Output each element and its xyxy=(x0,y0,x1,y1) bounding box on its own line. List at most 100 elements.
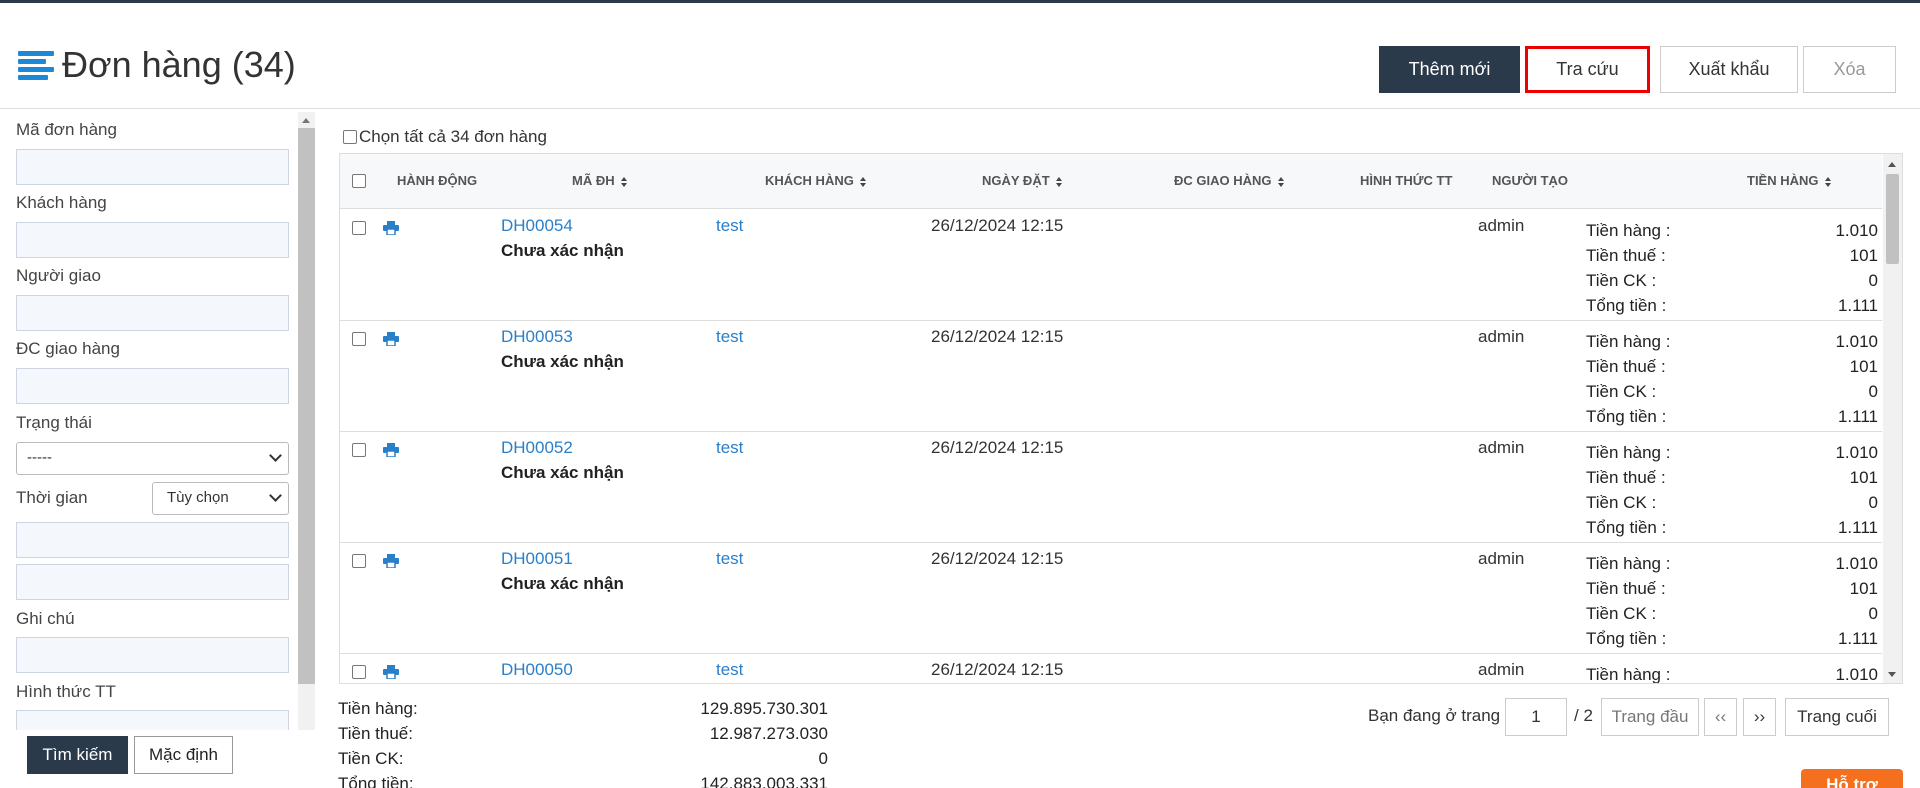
add-button[interactable]: Thêm mới xyxy=(1379,46,1520,93)
table-scrollbar[interactable] xyxy=(1883,154,1902,683)
last-page-button[interactable]: Trang cuối xyxy=(1785,698,1889,736)
customer-link[interactable]: test xyxy=(716,549,743,569)
filter-scrollbar[interactable] xyxy=(298,112,315,730)
order-code-link[interactable]: DH00054 xyxy=(501,216,573,236)
header-checkbox[interactable] xyxy=(352,174,366,188)
scroll-down-icon[interactable] xyxy=(1888,672,1896,677)
summary-values: 129.895.730.301 12.987.273.030 0 142.883… xyxy=(600,696,828,788)
filter-search-button[interactable]: Tìm kiếm xyxy=(27,736,128,774)
order-code-link[interactable]: DH00050 xyxy=(501,660,573,680)
payment-input[interactable] xyxy=(16,710,289,730)
first-page-button[interactable]: Trang đầu xyxy=(1601,698,1699,736)
discount-value: 0 xyxy=(1868,604,1878,623)
row-total-values: 1.010 101 0 1.111 xyxy=(1835,551,1878,651)
filter-scrollbar-thumb[interactable] xyxy=(298,128,315,684)
customer-label: Khách hàng xyxy=(16,193,107,212)
status-select[interactable]: ----- xyxy=(16,442,289,475)
sort-icon[interactable] xyxy=(1277,176,1285,187)
total-value: 1.111 xyxy=(1837,518,1878,537)
goods-label: Tiền hàng : xyxy=(1586,332,1671,351)
discount-value: 0 xyxy=(1868,271,1878,290)
order-code-link[interactable]: DH00052 xyxy=(501,438,573,458)
goods-label: Tiền hàng : xyxy=(1586,554,1671,573)
table-row: DH00054 Chưa xác nhận test 26/12/2024 12:15… xyxy=(340,210,1882,321)
print-icon[interactable] xyxy=(383,442,399,458)
sort-icon[interactable] xyxy=(1055,176,1063,187)
sort-icon[interactable] xyxy=(859,176,867,187)
page-title: Đơn hàng (34) xyxy=(18,44,296,85)
payment-label: Hình thức TT xyxy=(16,682,116,701)
col-address[interactable]: ĐC GIAO HÀNG xyxy=(1174,173,1285,188)
page-number-input[interactable]: 1 xyxy=(1505,698,1567,736)
note-input[interactable] xyxy=(16,637,289,673)
row-checkbox[interactable] xyxy=(352,554,366,568)
print-icon[interactable] xyxy=(383,331,399,347)
address-input[interactable] xyxy=(16,368,289,404)
col-code[interactable]: MÃ ĐH xyxy=(572,173,628,188)
order-creator: admin xyxy=(1478,327,1525,346)
chevron-down-icon xyxy=(269,449,282,462)
customer-input[interactable] xyxy=(16,222,289,258)
goods-value: 1.010 xyxy=(1835,221,1878,240)
table-row: DH00052 Chưa xác nhận test 26/12/2024 12:15… xyxy=(340,432,1882,543)
next-page-button[interactable]: ›› xyxy=(1743,698,1776,736)
order-code-link[interactable]: DH00051 xyxy=(501,549,573,569)
table-scrollbar-thumb[interactable] xyxy=(1886,174,1899,264)
prev-page-button[interactable]: ‹‹ xyxy=(1704,698,1737,736)
customer-link[interactable]: test xyxy=(716,660,743,680)
sort-icon[interactable] xyxy=(1824,176,1832,187)
filter-default-button[interactable]: Mặc định xyxy=(134,736,233,774)
time-from-input[interactable] xyxy=(16,522,289,558)
help-button[interactable]: Hỗ trợ xyxy=(1801,769,1903,788)
orders-table: HÀNH ĐỘNG MÃ ĐH KHÁCH HÀNG NGÀY ĐẶT ĐC G… xyxy=(339,153,1903,684)
total-value: 1.111 xyxy=(1837,407,1878,426)
col-amount[interactable]: TIỀN HÀNG xyxy=(1747,173,1832,188)
tax-value: 101 xyxy=(1849,357,1878,376)
print-icon[interactable] xyxy=(383,220,399,236)
row-total-labels: Tiền hàng :Tiền thuế :Tiền CK :Tổng tiền… xyxy=(1586,551,1670,651)
col-address-label: ĐC GIAO HÀNG xyxy=(1174,173,1272,188)
row-checkbox[interactable] xyxy=(352,332,366,346)
select-all-checkbox[interactable] xyxy=(343,130,357,144)
note-label: Ghi chú xyxy=(16,609,75,628)
goods-label: Tiền hàng : xyxy=(1586,443,1671,462)
goods-value: 1.010 xyxy=(1835,665,1878,684)
pager-label: Bạn đang ở trang xyxy=(1368,706,1501,725)
time-to-input[interactable] xyxy=(16,564,289,600)
delete-button[interactable]: Xóa xyxy=(1803,46,1896,93)
scroll-up-icon[interactable] xyxy=(1888,162,1896,167)
goods-label: Tiền hàng : xyxy=(1586,221,1671,240)
scroll-up-icon[interactable] xyxy=(302,118,310,123)
row-checkbox[interactable] xyxy=(352,665,366,679)
col-creator: NGƯỜI TẠO xyxy=(1492,173,1569,188)
deliverer-input[interactable] xyxy=(16,295,289,331)
total-value: 1.111 xyxy=(1837,629,1878,648)
col-date[interactable]: NGÀY ĐẶT xyxy=(982,173,1063,188)
print-icon[interactable] xyxy=(383,664,399,680)
time-label: Thời gian xyxy=(16,488,88,507)
total-label: Tổng tiền : xyxy=(1586,518,1667,537)
total-label: Tổng tiền : xyxy=(1586,407,1667,426)
search-button[interactable]: Tra cứu xyxy=(1525,46,1650,93)
goods-value: 1.010 xyxy=(1835,332,1878,351)
customer-link[interactable]: test xyxy=(716,327,743,347)
row-total-labels: Tiền hàng :Tiền thuế :Tiền CK :Tổng tiền… xyxy=(1586,218,1670,318)
row-checkbox[interactable] xyxy=(352,221,366,235)
row-total-labels: Tiền hàng :Tiền thuế :Tiền CK :Tổng tiền… xyxy=(1586,662,1670,683)
col-customer[interactable]: KHÁCH HÀNG xyxy=(765,173,867,188)
sort-icon[interactable] xyxy=(620,176,628,187)
print-icon[interactable] xyxy=(383,553,399,569)
col-customer-label: KHÁCH HÀNG xyxy=(765,173,854,188)
col-amount-label: TIỀN HÀNG xyxy=(1747,173,1819,188)
customer-link[interactable]: test xyxy=(716,438,743,458)
summary-total: 142.883.003.331 xyxy=(700,774,828,788)
row-checkbox[interactable] xyxy=(352,443,366,457)
col-payment: HÌNH THỨC TT xyxy=(1360,173,1453,188)
order-date: 26/12/2024 12:15 xyxy=(931,660,1064,679)
export-button[interactable]: Xuất khẩu xyxy=(1660,46,1798,93)
order-code-link[interactable]: DH00053 xyxy=(501,327,573,347)
time-select[interactable]: Tùy chọn xyxy=(152,482,289,515)
customer-link[interactable]: test xyxy=(716,216,743,236)
order-code-input[interactable] xyxy=(16,149,289,185)
select-all[interactable]: Chọn tất cả 34 đơn hàng xyxy=(343,127,547,147)
